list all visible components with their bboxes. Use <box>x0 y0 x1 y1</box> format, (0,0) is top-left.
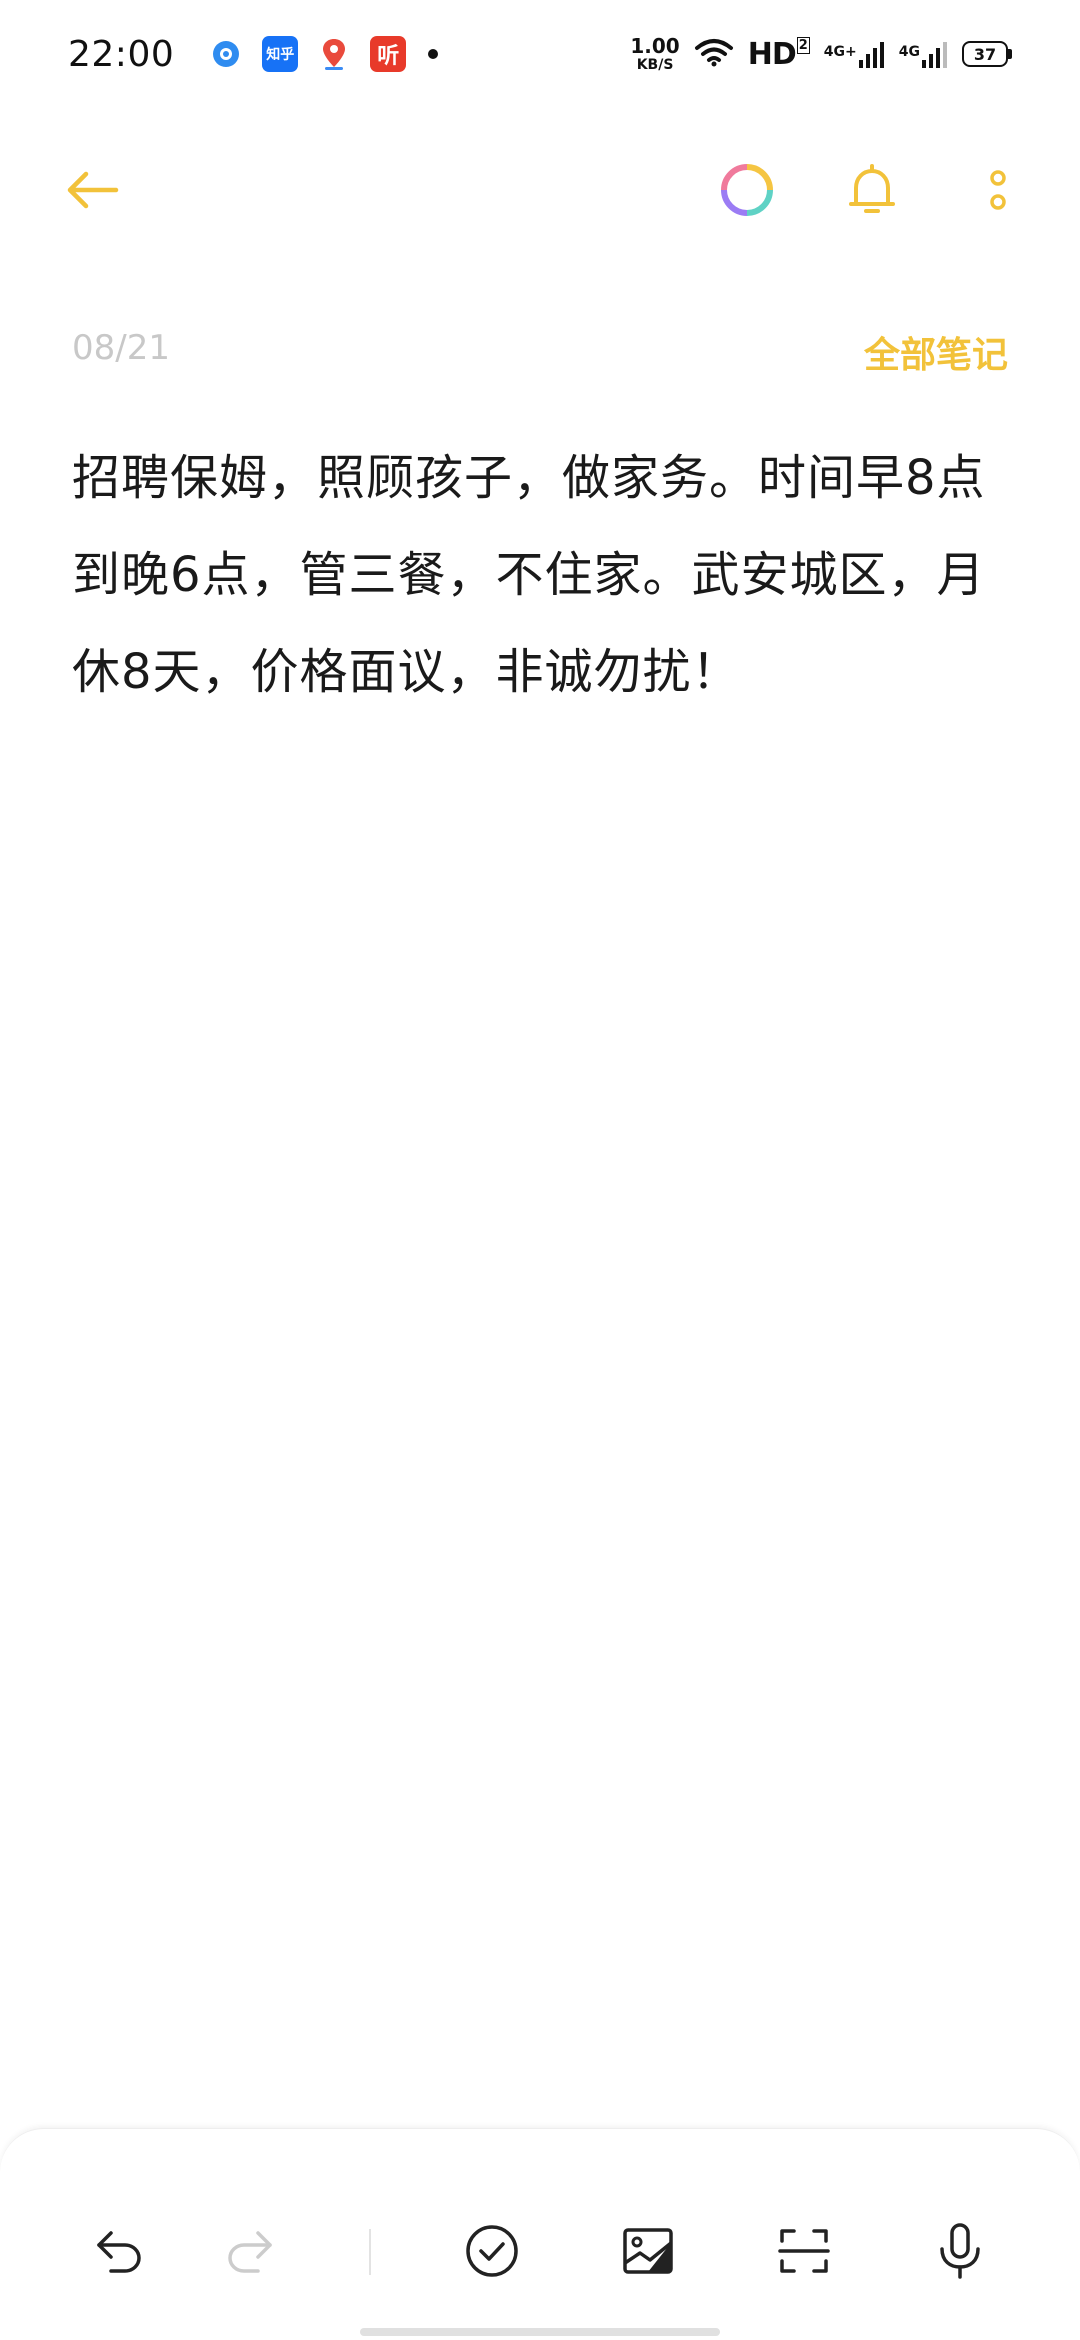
wifi-icon <box>694 37 734 71</box>
baidu-maps-app-icon <box>316 36 353 72</box>
sim1-signal: 4G+ <box>824 40 885 68</box>
all-notes-link[interactable]: 全部笔记 <box>864 326 1008 378</box>
zhihu-app-icon: 知乎 <box>262 36 299 72</box>
undo-button[interactable] <box>87 2219 151 2283</box>
signal-bars-icon <box>858 42 884 68</box>
checklist-button[interactable] <box>460 2219 524 2283</box>
reminder-button[interactable] <box>836 154 908 226</box>
more-notifications-dot <box>428 49 439 59</box>
scan-icon <box>778 2229 830 2273</box>
ting-app-icon: 听 <box>370 36 407 72</box>
sim2-signal: 4G <box>899 40 948 68</box>
blue-circle-app-icon <box>208 36 245 72</box>
undo-icon <box>97 2231 141 2273</box>
top-toolbar <box>0 140 1080 240</box>
network-speed: 1.00 KB/S <box>630 34 680 73</box>
arrow-left-icon <box>67 171 119 209</box>
status-indicators: 1.00 KB/S HD 2 4G+ 4G 37 <box>630 36 1012 72</box>
color-ring-icon <box>721 164 773 216</box>
toolbar-divider <box>369 2229 371 2275</box>
note-date: 08/21 <box>72 328 170 368</box>
theme-color-button[interactable] <box>711 154 783 226</box>
microphone-icon <box>940 2223 980 2279</box>
bell-icon <box>849 164 895 213</box>
hd-indicator: HD 2 <box>747 36 810 72</box>
bottom-editing-toolbar <box>0 2128 1080 2340</box>
home-indicator[interactable] <box>360 2328 720 2336</box>
more-options-button[interactable] <box>962 154 1034 226</box>
notification-icons: 知乎 听 <box>208 36 439 72</box>
status-bar: 22:00 知乎 听 1.00 KB/S HD 2 4G+ 4G 37 <box>0 0 1080 108</box>
check-circle-icon <box>466 2225 518 2277</box>
battery-indicator: 37 <box>962 41 1012 67</box>
note-editor-screen: 22:00 知乎 听 1.00 KB/S HD 2 4G+ 4G 37 08/2… <box>0 0 1080 2340</box>
image-icon <box>623 2228 673 2274</box>
redo-button[interactable] <box>218 2219 282 2283</box>
back-button[interactable] <box>56 154 128 226</box>
status-time: 22:00 <box>68 33 175 75</box>
more-vertical-icon <box>990 170 1006 210</box>
redo-icon <box>228 2231 272 2273</box>
signal-bars-icon <box>922 42 947 68</box>
note-body-text[interactable]: 招聘保姆，照顾孩子，做家务。时间早8点到晚6点，管三餐，不住家。武安城区，月休8… <box>72 430 1002 721</box>
insert-image-button[interactable] <box>616 2219 680 2283</box>
scan-button[interactable] <box>772 2219 836 2283</box>
voice-input-button[interactable] <box>928 2219 992 2283</box>
